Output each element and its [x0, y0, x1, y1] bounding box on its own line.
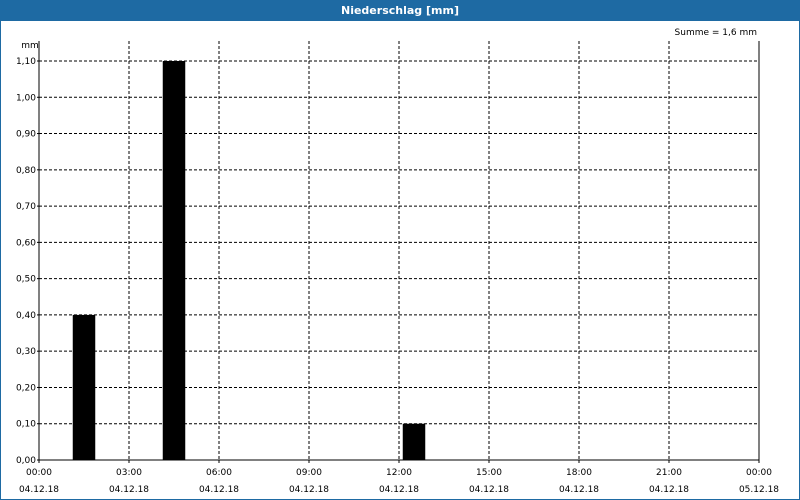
x-tick-date: 04.12.18 — [289, 485, 329, 495]
axes — [37, 41, 760, 463]
sum-label: Summe = 1,6 mm — [675, 28, 757, 38]
x-tick-time: 03:00 — [116, 468, 142, 478]
x-tick-date: 05.12.18 — [739, 485, 779, 495]
x-tick-time: 00:00 — [26, 468, 52, 478]
x-tick-date: 04.12.18 — [109, 485, 149, 495]
x-tick-labels: 00:00 04.12.18 03:00 04.12.18 06:00 04.12.18 0… — [19, 468, 779, 495]
y-tick-labels: 0,00 0,10 0,20 0,30 0,40 0,50 0,60 0,70 0,80 0,90… — [16, 57, 36, 466]
y-tick-label: 0,60 — [16, 238, 36, 248]
x-tick-time: 00:00 — [746, 468, 772, 478]
x-tick-time: 12:00 — [386, 468, 412, 478]
x-tick-date: 04.12.18 — [559, 485, 599, 495]
y-tick-label: 1,10 — [16, 57, 36, 67]
x-tick-date: 04.12.18 — [199, 485, 239, 495]
bars — [72, 61, 426, 460]
precipitation-bar — [402, 423, 426, 460]
y-tick-label: 0,10 — [16, 420, 36, 430]
y-tick-label: 0,70 — [16, 202, 36, 212]
x-tick-date: 04.12.18 — [469, 485, 509, 495]
y-tick-label: 0,80 — [16, 166, 36, 176]
x-tick-time: 15:00 — [476, 468, 502, 478]
y-tick-label: 0,00 — [16, 456, 36, 466]
y-tick-label: 0,90 — [16, 130, 36, 140]
y-tick-label: 0,40 — [16, 311, 36, 321]
y-tick-label: 1,00 — [16, 93, 36, 103]
precipitation-chart: Summe = 1,6 mm mm 0,000,100,200,300,400,… — [16, 28, 779, 495]
precipitation-bar — [72, 314, 96, 460]
x-tick-time: 21:00 — [656, 468, 682, 478]
x-tick-time: 09:00 — [296, 468, 322, 478]
precipitation-bar — [162, 61, 186, 460]
x-tick-date: 04.12.18 — [379, 485, 419, 495]
y-axis-unit-label: mm — [21, 41, 39, 51]
y-tick-label: 0,20 — [16, 383, 36, 393]
grid-lines — [39, 41, 759, 460]
x-tick-time: 18:00 — [566, 468, 592, 478]
y-tick-label: 0,50 — [16, 275, 36, 285]
x-tick-date: 04.12.18 — [19, 485, 59, 495]
y-tick-label: 0,30 — [16, 347, 36, 357]
x-tick-date: 04.12.18 — [649, 485, 689, 495]
x-tick-time: 06:00 — [206, 468, 232, 478]
